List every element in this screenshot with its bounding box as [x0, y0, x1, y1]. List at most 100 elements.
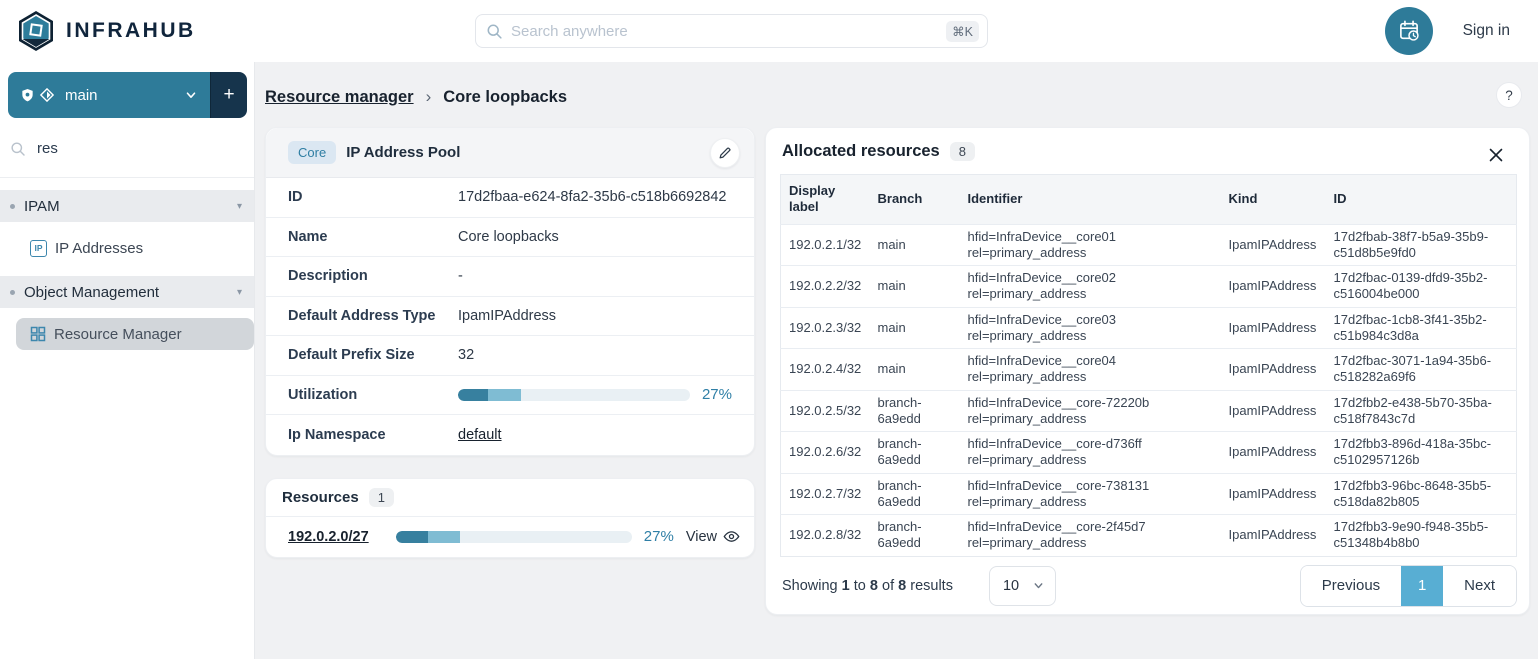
- resource-row: 192.0.2.0/27 27% View: [266, 517, 754, 557]
- column-header-kind[interactable]: Kind: [1221, 175, 1326, 225]
- search-icon: [10, 141, 26, 157]
- ip-namespace-link[interactable]: default: [458, 427, 502, 443]
- global-search[interactable]: ⌘K: [475, 14, 988, 48]
- table-footer: Showing 1 to 8 of 8 results 10 Previous: [780, 566, 1517, 606]
- table-row[interactable]: 192.0.2.7/32 branch-6a9edd hfid=InfraDev…: [781, 473, 1517, 515]
- cell-kind: IpamIPAddress: [1221, 307, 1326, 349]
- infrahub-logo[interactable]: INFRAHUB: [18, 11, 196, 51]
- sidebar-item-ip-addresses[interactable]: IP IP Addresses: [0, 232, 254, 264]
- breadcrumb-parent-link[interactable]: Resource manager: [265, 88, 414, 107]
- sidebar-item-resource-manager[interactable]: Resource Manager: [16, 318, 254, 350]
- cell-kind: IpamIPAddress: [1221, 266, 1326, 308]
- column-header-display-label[interactable]: Display label: [781, 175, 870, 225]
- cell-branch: branch-6a9edd: [870, 473, 960, 515]
- cell-display-label: 192.0.2.6/32: [781, 432, 870, 474]
- cell-kind: IpamIPAddress: [1221, 224, 1326, 266]
- pagination: Previous 1 Next: [1300, 565, 1517, 607]
- search-icon: [486, 23, 503, 40]
- sidebar-filter[interactable]: [0, 120, 254, 178]
- cell-display-label: 192.0.2.8/32: [781, 515, 870, 557]
- breadcrumb: Resource manager › Core loopbacks ?: [265, 84, 1530, 110]
- detail-row-ip-namespace: Ip Namespace default: [266, 415, 754, 455]
- detail-row-default-prefix-size: Default Prefix Size 32: [266, 336, 754, 376]
- cell-display-label: 192.0.2.2/32: [781, 266, 870, 308]
- section-dot: [10, 290, 15, 295]
- pencil-icon: [718, 146, 732, 160]
- badge-icon: [20, 88, 35, 103]
- table-row[interactable]: 192.0.2.3/32 main hfid=InfraDevice__core…: [781, 307, 1517, 349]
- cell-display-label: 192.0.2.3/32: [781, 307, 870, 349]
- sidebar-filter-input[interactable]: [37, 140, 207, 157]
- pool-details-card: Core IP Address Pool ID 17d2fbaa-e624-8f…: [265, 127, 755, 456]
- sidebar-section-object-management[interactable]: Object Management ▾: [0, 276, 254, 308]
- cell-display-label: 192.0.2.4/32: [781, 349, 870, 391]
- previous-page-button[interactable]: Previous: [1301, 566, 1401, 606]
- cell-id: 17d2fbb2-e438-5b70-35ba-c518f7843c7d: [1326, 390, 1517, 432]
- next-page-button[interactable]: Next: [1443, 566, 1516, 606]
- progress-used-segment: [396, 531, 428, 543]
- global-search-input[interactable]: [511, 23, 946, 40]
- table-header-row: Display label Branch Identifier Kind ID: [781, 175, 1517, 225]
- column-header-id[interactable]: ID: [1326, 175, 1517, 225]
- cell-id: 17d2fbab-38f7-b5a9-35b9-c51d8b5e9fd0: [1326, 224, 1517, 266]
- cell-kind: IpamIPAddress: [1221, 515, 1326, 557]
- table-row[interactable]: 192.0.2.4/32 main hfid=InfraDevice__core…: [781, 349, 1517, 391]
- detail-row-description: Description -: [266, 257, 754, 297]
- left-column: Core IP Address Pool ID 17d2fbaa-e624-8f…: [265, 127, 755, 558]
- page-size-select[interactable]: 10: [989, 566, 1056, 606]
- table-row[interactable]: 192.0.2.8/32 branch-6a9edd hfid=InfraDev…: [781, 515, 1517, 557]
- table-row[interactable]: 192.0.2.1/32 main hfid=InfraDevice__core…: [781, 224, 1517, 266]
- cell-id: 17d2fbac-1cb8-3f41-35b2-c51b984c3d8a: [1326, 307, 1517, 349]
- help-button[interactable]: ?: [1496, 82, 1522, 108]
- allocated-header: Allocated resources 8: [780, 142, 1517, 161]
- section-dot: [10, 204, 15, 209]
- topbar-right: Sign in: [1385, 0, 1510, 62]
- progress-reserved-segment: [488, 389, 520, 401]
- cell-display-label: 192.0.2.5/32: [781, 390, 870, 432]
- main-content: Resource manager › Core loopbacks ? Core…: [255, 62, 1538, 659]
- column-header-identifier[interactable]: Identifier: [960, 175, 1221, 225]
- eye-icon: [723, 528, 740, 545]
- ip-address-icon: IP: [30, 240, 47, 257]
- chevron-down-icon: [1032, 579, 1045, 592]
- infrahub-logo-icon: [18, 11, 54, 51]
- cell-identifier: hfid=InfraDevice__core-738131 rel=primar…: [960, 473, 1221, 515]
- sidebar-section-ipam[interactable]: IPAM ▾: [0, 190, 254, 222]
- top-header: INFRAHUB ⌘K Sign in: [0, 0, 1538, 62]
- resources-title: Resources: [282, 489, 359, 506]
- allocated-resources-panel: Allocated resources 8 Display label Bran…: [765, 127, 1530, 615]
- pool-card-header: Core IP Address Pool: [266, 128, 754, 178]
- close-panel-button[interactable]: [1485, 144, 1507, 166]
- add-branch-button[interactable]: +: [210, 72, 247, 118]
- column-header-branch[interactable]: Branch: [870, 175, 960, 225]
- cell-id: 17d2fbb3-96bc-8648-35b5-c518da82b805: [1326, 473, 1517, 515]
- resources-count-badge: 1: [369, 488, 394, 507]
- page-1-button[interactable]: 1: [1401, 566, 1443, 606]
- allocated-table: Display label Branch Identifier Kind ID …: [780, 174, 1517, 557]
- table-row[interactable]: 192.0.2.6/32 branch-6a9edd hfid=InfraDev…: [781, 432, 1517, 474]
- cell-kind: IpamIPAddress: [1221, 473, 1326, 515]
- branch-selector[interactable]: main: [8, 72, 210, 118]
- edit-button[interactable]: [710, 138, 740, 168]
- results-summary: Showing 1 to 8 of 8 results: [782, 578, 953, 594]
- resource-percent-label: 27%: [644, 528, 674, 545]
- view-button[interactable]: View: [686, 528, 740, 545]
- section-label: Object Management: [24, 284, 159, 301]
- table-row[interactable]: 192.0.2.5/32 branch-6a9edd hfid=InfraDev…: [781, 390, 1517, 432]
- resources-card-header: Resources 1: [266, 479, 754, 517]
- cell-identifier: hfid=InfraDevice__core-72220b rel=primar…: [960, 390, 1221, 432]
- table-row[interactable]: 192.0.2.2/32 main hfid=InfraDevice__core…: [781, 266, 1517, 308]
- schedule-button[interactable]: [1385, 7, 1433, 55]
- chevron-down-icon: [184, 88, 198, 102]
- name-value: Core loopbacks: [458, 229, 732, 245]
- section-collapse-icon: ▾: [237, 287, 242, 298]
- branch-icon: [40, 88, 54, 102]
- description-value: -: [458, 268, 732, 284]
- cell-branch: main: [870, 349, 960, 391]
- sign-in-link[interactable]: Sign in: [1463, 22, 1510, 40]
- cell-branch: branch-6a9edd: [870, 515, 960, 557]
- calendar-clock-icon: [1396, 18, 1422, 44]
- prefix-link[interactable]: 192.0.2.0/27: [288, 529, 396, 545]
- default-prefix-size-value: 32: [458, 347, 732, 363]
- detail-row-id: ID 17d2fbaa-e624-8fa2-35b6-c518b6692842: [266, 178, 754, 218]
